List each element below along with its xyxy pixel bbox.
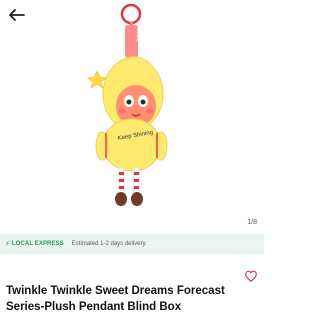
ring-hanger — [120, 3, 142, 25]
sweater — [102, 118, 162, 172]
local-express-label: LOCAL EXPRESS — [11, 241, 64, 247]
heart-outline-icon[interactable] — [244, 269, 258, 283]
delivery-bar: ⚡ LOCAL EXPRESS Estimated 1-2 days deliv… — [0, 234, 264, 254]
hood-top — [117, 56, 151, 65]
delivery-estimate: Estimated 1-2 days delivery. — [71, 241, 147, 247]
legs — [115, 167, 143, 206]
bolt-icon: ⚡ — [5, 241, 10, 248]
left-cheek — [118, 108, 126, 114]
arrow-left-icon[interactable] — [6, 4, 28, 26]
right-pupil — [140, 99, 146, 105]
left-pupil — [126, 99, 132, 105]
product-title: Twinkle Twinkle Sweet Dreams Forecast Se… — [6, 285, 225, 313]
tag-text: Twinkle — [135, 27, 140, 41]
right-cheek — [146, 108, 154, 114]
image-counter: 1/8 — [247, 219, 257, 226]
product-image[interactable]: Twinkle Keep Shining — [0, 0, 264, 232]
